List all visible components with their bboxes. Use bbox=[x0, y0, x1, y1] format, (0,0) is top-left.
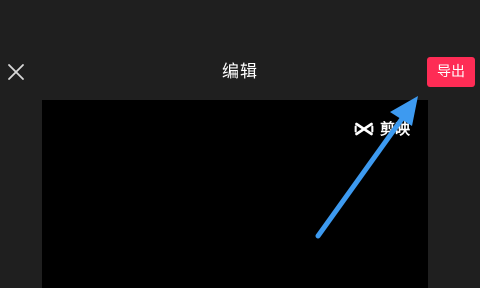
export-button[interactable]: 导出 bbox=[427, 57, 475, 87]
editor-workspace: 剪映 bbox=[0, 100, 480, 288]
top-bar: 编辑 导出 bbox=[0, 44, 480, 100]
capcut-logo-icon bbox=[354, 122, 374, 135]
close-button[interactable] bbox=[2, 52, 30, 92]
video-preview[interactable]: 剪映 bbox=[42, 100, 428, 288]
watermark-text: 剪映 bbox=[379, 120, 410, 138]
app-watermark: 剪映 bbox=[354, 118, 410, 139]
page-title: 编辑 bbox=[222, 62, 258, 82]
status-bar bbox=[0, 0, 480, 44]
close-icon bbox=[8, 64, 24, 80]
